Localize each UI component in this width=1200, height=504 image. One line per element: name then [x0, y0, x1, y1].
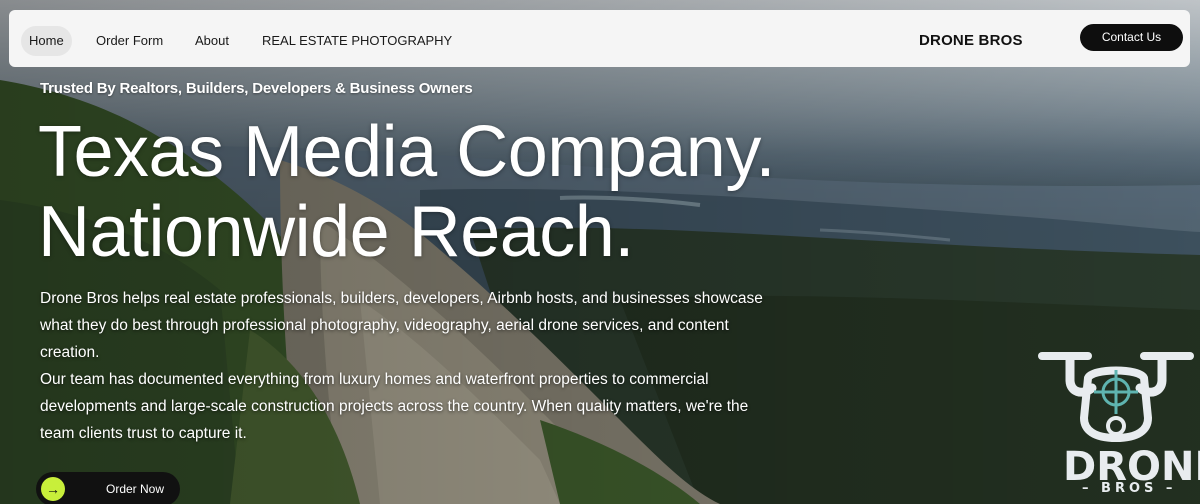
top-navbar: Home Order Form About REAL ESTATE PHOTOG… — [9, 10, 1190, 67]
headline-line-1: Texas Media Company. — [38, 112, 776, 192]
nav-about[interactable]: About — [187, 26, 237, 56]
nav-real-estate-photography[interactable]: REAL ESTATE PHOTOGRAPHY — [254, 26, 460, 56]
order-now-label: Order Now — [106, 482, 165, 496]
contact-us-button[interactable]: Contact Us — [1080, 24, 1183, 51]
hero-section: Home Order Form About REAL ESTATE PHOTOG… — [0, 0, 1200, 504]
headline-line-2: Nationwide Reach. — [38, 192, 634, 272]
order-now-button[interactable]: → Order Now — [36, 472, 180, 504]
nav-home[interactable]: Home — [21, 26, 72, 56]
hero-headline: Texas Media Company. Nationwide Reach. — [38, 112, 938, 272]
hero-tagline: Trusted By Realtors, Builders, Developer… — [40, 80, 473, 97]
description-paragraph-2: Our team has documented everything from … — [40, 371, 749, 442]
logo-subtitle: – BROS – — [1082, 481, 1177, 496]
logo-subtitle-text: BROS — [1101, 481, 1158, 496]
description-paragraph-1: Drone Bros helps real estate professiona… — [40, 290, 763, 361]
arrow-right-icon: → — [41, 477, 65, 501]
hero-description: Drone Bros helps real estate professiona… — [40, 285, 770, 447]
nav-order-form[interactable]: Order Form — [88, 26, 171, 56]
brand-name[interactable]: DRONE BROS — [919, 26, 1023, 56]
